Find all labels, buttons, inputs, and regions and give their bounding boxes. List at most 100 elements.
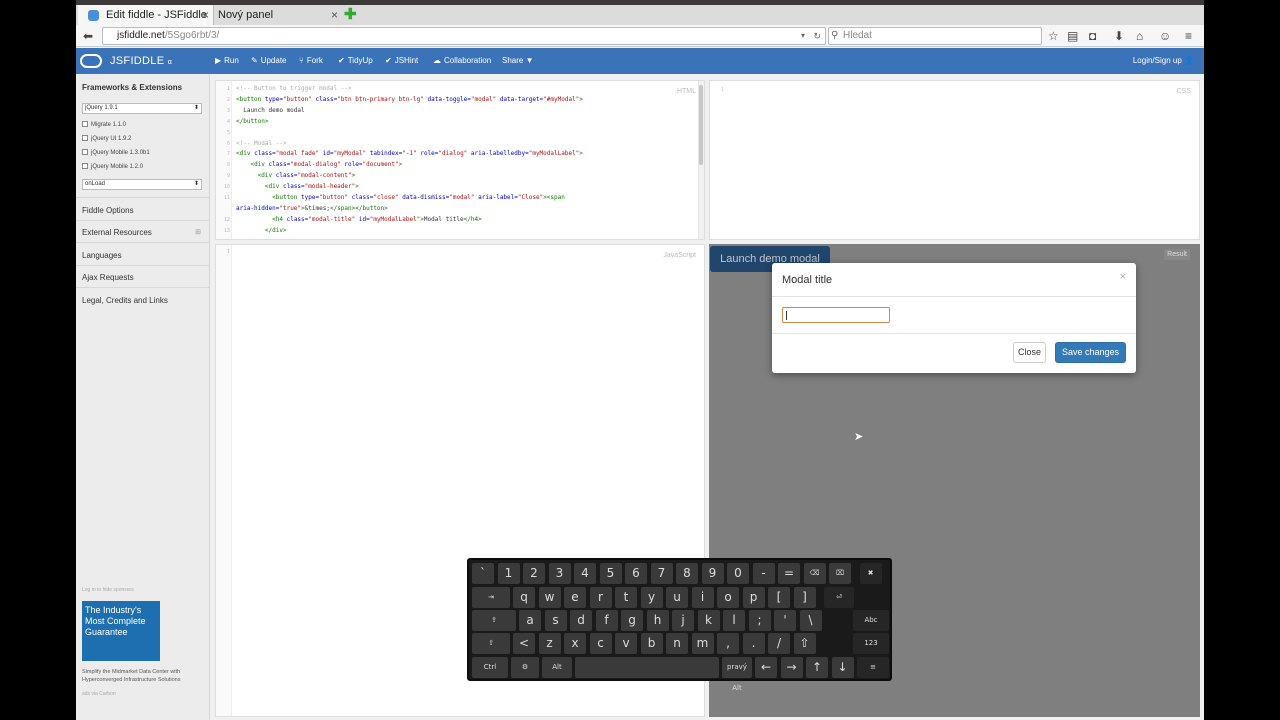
jshint-button[interactable]: ✔ JSHint [385,48,418,74]
modal-text-input[interactable] [782,307,890,323]
key[interactable]: y [640,587,663,608]
sponsor-ad-image[interactable]: The Industry's Most Complete Guarantee [82,601,160,661]
bookmark-star-icon[interactable]: ☆ [1048,28,1059,44]
html-editor-panel[interactable]: 1 <!-- Button to trigger modal --> 2 <butto… [215,80,705,240]
key[interactable]: 5 [599,563,622,584]
download-icon[interactable]: ⬇ [1114,28,1124,44]
key[interactable]: \ [799,610,822,631]
home-icon[interactable]: ⌂ [1136,28,1143,44]
key[interactable]: ' [774,610,796,631]
tab-edit-fiddle[interactable]: Edit fiddle - JSFiddle × [78,5,214,25]
sidebar-item-fiddle-options[interactable]: Fiddle Options [82,206,134,215]
login-signup-link[interactable]: Login/Sign up 👤 [1133,48,1194,74]
key[interactable]: 6 [625,563,647,584]
dropdown-icon[interactable]: ▾ [801,28,805,44]
alt-key[interactable]: Alt [542,657,572,678]
close-tab-icon[interactable]: × [331,5,338,25]
key[interactable]: l [723,610,745,631]
share-button[interactable]: Share ▼ [502,48,534,74]
key[interactable]: z [538,633,561,654]
close-button[interactable]: Close [1013,342,1046,363]
key[interactable]: s [544,610,567,631]
key[interactable]: p [742,587,765,608]
framework-select[interactable]: jQuery 1.9.1 ⬍ [82,103,202,114]
reading-list-icon[interactable]: ▤ [1067,28,1078,44]
arrow-key[interactable]: ↓ [831,657,854,678]
key[interactable]: h [646,610,669,631]
add-resource-icon[interactable]: ⊞ [195,228,201,236]
arrow-key[interactable]: → [780,657,803,678]
close-keyboard-key[interactable]: ✖ [859,563,882,584]
sponsor-note[interactable]: Log in to hide sponsors [82,587,134,593]
key[interactable]: k [697,610,720,631]
arrow-key[interactable]: ← [755,657,777,678]
scrollbar[interactable] [698,81,704,239]
key[interactable]: 2 [523,563,545,584]
key[interactable]: d [570,610,592,631]
close-icon[interactable]: × [1120,271,1126,283]
back-icon[interactable]: ⬅ [83,28,93,44]
space-key[interactable] [575,657,719,678]
key[interactable]: ` [472,563,494,584]
fork-button[interactable]: ⑂ Fork [299,48,323,74]
enter-key[interactable]: ⏎ [824,587,854,608]
key[interactable]: 1 [497,563,520,584]
reload-icon[interactable]: ↻ [813,28,821,44]
key[interactable]: - [752,563,775,584]
key[interactable]: i [691,587,714,608]
backspace-key[interactable]: ⌫ [803,563,826,584]
extension-checkbox-jquery-mobile-130[interactable]: jQuery Mobile 1.3.0b1 [82,149,150,157]
key[interactable]: ; [748,610,771,631]
clear-key[interactable]: ⌧ [829,563,851,584]
key[interactable]: n [666,633,688,654]
tab-new-panel[interactable]: Nový panel × [216,5,342,25]
collaboration-button[interactable]: ☁ Collaboration [433,48,491,74]
settings-key[interactable]: ⚙ [511,657,539,678]
key[interactable]: . [742,633,765,654]
key[interactable]: w [538,587,561,608]
extension-checkbox-jquery-ui[interactable]: jQuery UI 1.9.2 [82,135,131,143]
scrollbar-thumb[interactable] [699,85,703,165]
ads-via-carbon[interactable]: ads via Carbon [82,691,116,697]
url-bar[interactable]: jsfiddle.net/5Sgo6rbt/3/ ▾ ↻ [102,27,826,45]
key[interactable]: 8 [676,563,698,584]
save-changes-button[interactable]: Save changes [1055,342,1126,363]
key[interactable]: m [691,633,714,654]
key[interactable]: g [621,610,643,631]
tidyup-button[interactable]: ✔ TidyUp [338,48,373,74]
key[interactable]: 0 [727,563,749,584]
caps-lock-key[interactable]: ⇪ [472,610,516,631]
key[interactable]: j [672,610,694,631]
key[interactable]: r [589,587,612,608]
key[interactable]: o [717,587,739,608]
chat-icon[interactable]: ☺ [1159,28,1171,44]
tab-key[interactable]: ⇥ [472,587,510,608]
key[interactable]: 7 [650,563,673,584]
search-input[interactable]: ⚲ Hledat [828,27,1042,45]
key[interactable]: , [717,633,739,654]
key[interactable]: t [615,587,637,608]
extension-checkbox-jquery-mobile-120[interactable]: jQuery Mobile 1.2.0 [82,163,143,171]
key[interactable]: b [640,633,663,654]
run-button[interactable]: ▶ Run [215,48,239,74]
key[interactable]: ⇧ [793,633,816,654]
extension-checkbox-migrate[interactable]: Migrate 1.1.0 [82,121,126,129]
key[interactable]: x [564,633,586,654]
sidebar-item-external-resources[interactable]: External Resources [82,228,152,237]
abc-key[interactable]: Abc [853,610,889,631]
key[interactable]: 9 [701,563,724,584]
key[interactable]: = [778,563,800,584]
key[interactable]: q [513,587,535,608]
menu-icon[interactable]: ≡ [1185,28,1192,44]
css-editor-panel[interactable]: 1 CSS [709,80,1200,240]
checkbox[interactable] [82,135,88,141]
menu-key[interactable]: ≡ [857,657,889,678]
sidebar-item-languages[interactable]: Languages [82,251,122,260]
checkbox[interactable] [82,121,88,127]
key[interactable]: 3 [548,563,571,584]
sidebar-item-legal[interactable]: Legal, Credits and Links [82,296,168,305]
checkbox[interactable] [82,149,88,155]
key[interactable]: f [595,610,618,631]
ctrl-key[interactable]: Ctrl [472,657,508,678]
close-tab-icon[interactable]: × [202,5,209,25]
